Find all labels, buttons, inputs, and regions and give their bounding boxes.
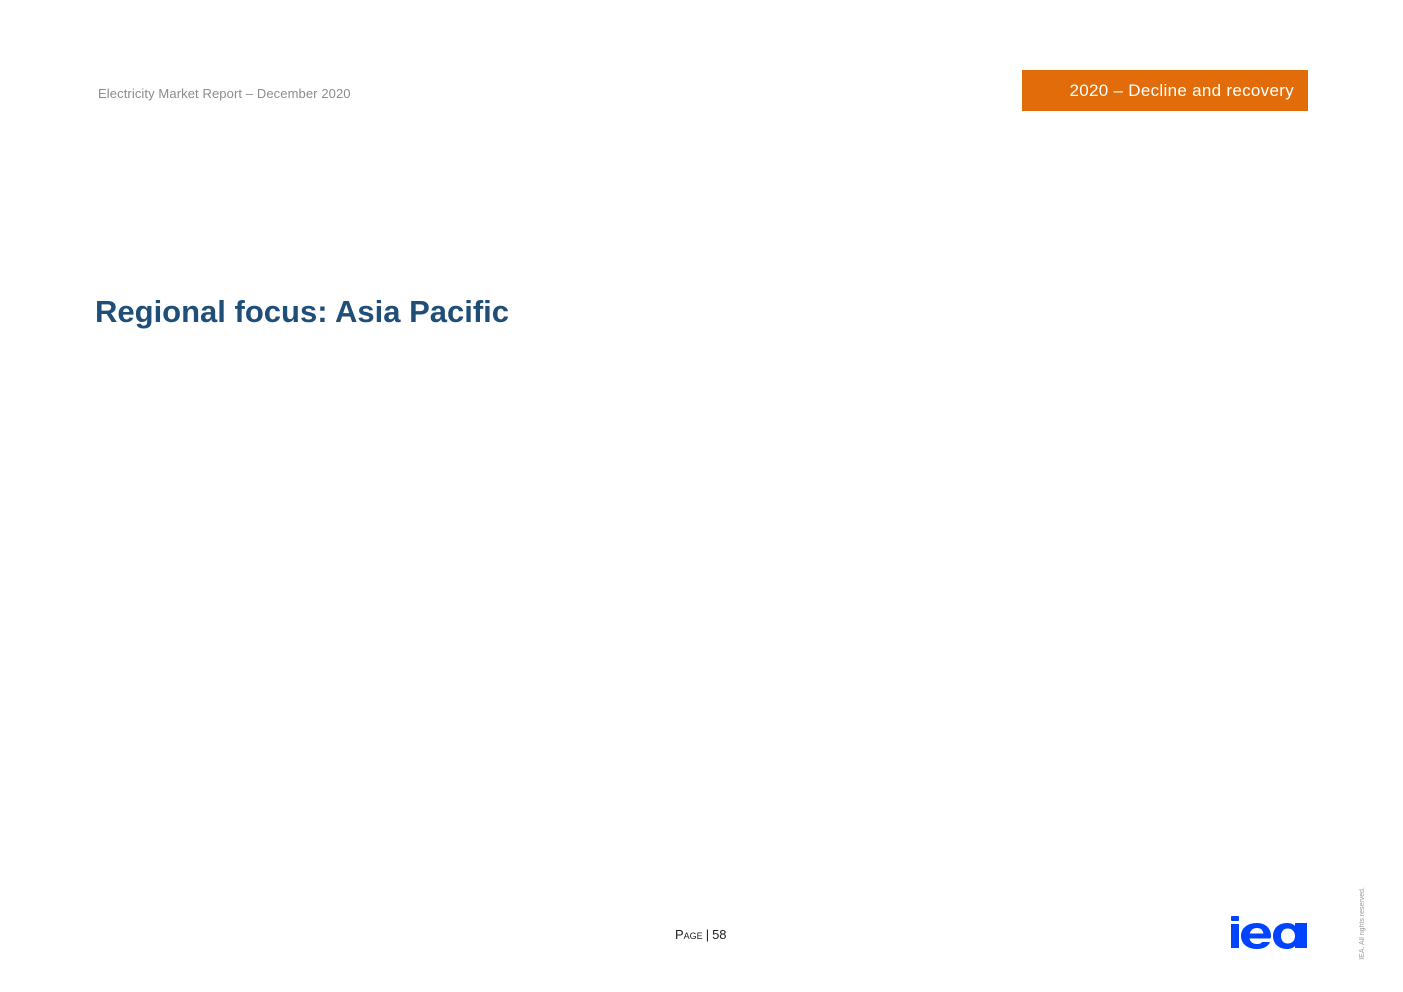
page-label: Page: [675, 927, 703, 942]
copyright-text: IEA. All rights reserved.: [1358, 887, 1366, 960]
page-number-footer: Page | 58: [675, 927, 727, 942]
iea-logo: [1231, 916, 1307, 949]
section-tab: 2020 – Decline and recovery: [1022, 70, 1308, 111]
section-tab-label: 2020 – Decline and recovery: [1069, 80, 1294, 100]
page-number: 58: [712, 927, 727, 942]
page-separator: |: [705, 927, 710, 942]
report-header-title: Electricity Market Report – December 202…: [98, 86, 351, 101]
copyright-notice: IEA. All rights reserved.: [1352, 870, 1372, 960]
page-title: Regional focus: Asia Pacific: [95, 294, 510, 329]
